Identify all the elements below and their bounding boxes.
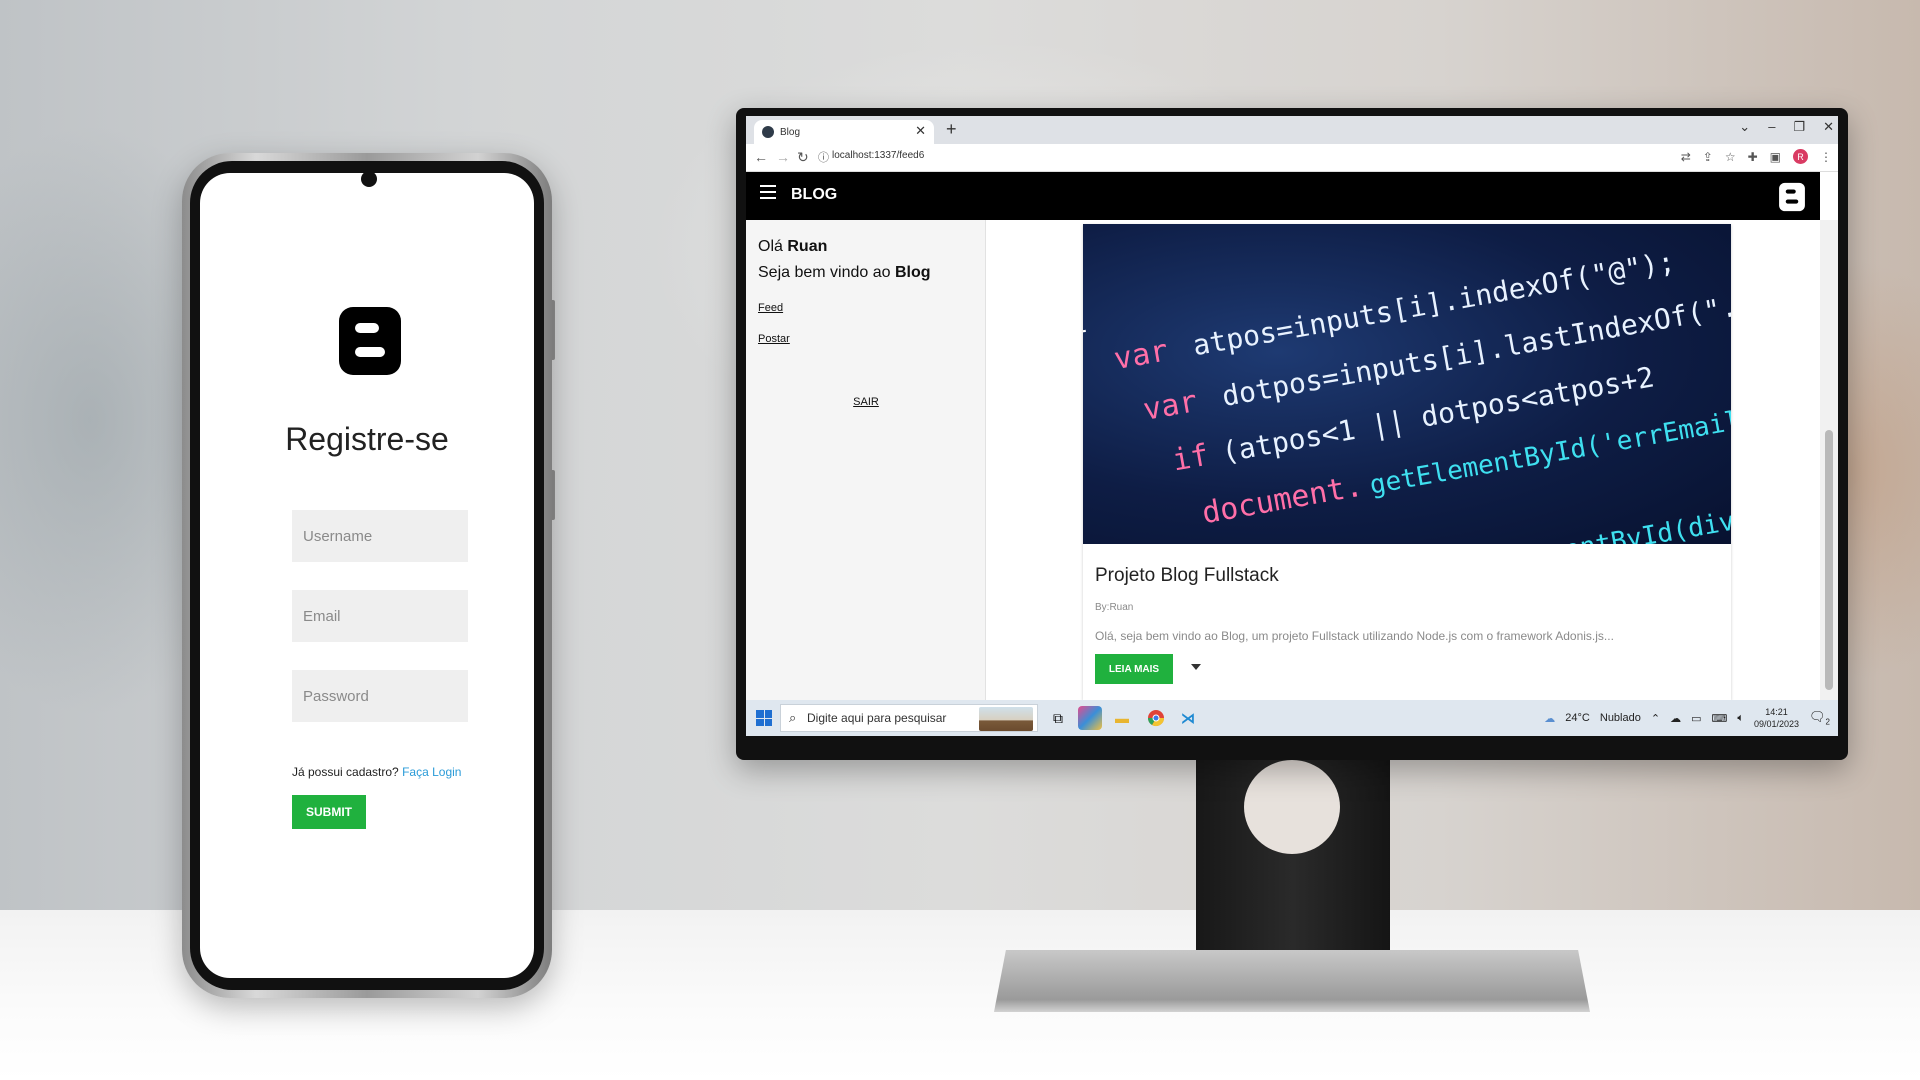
browser-tab-bar: Blog ✕ + ⌄ – ❐ ✕ [746, 116, 1838, 144]
blogger-logo-icon [339, 307, 401, 375]
chrome-icon[interactable] [1144, 706, 1168, 730]
photos-app-icon[interactable] [1078, 706, 1102, 730]
monitor-stand-base [994, 950, 1590, 1012]
extensions-icon[interactable]: ✚ [1748, 150, 1758, 164]
monitor-stand-hole [1244, 760, 1340, 854]
phone-bezel: Registre-se Já possui cadastro? Faça Log… [190, 161, 544, 990]
back-icon[interactable]: ← [754, 149, 768, 165]
weather-cloud-icon: ☁ [1544, 712, 1556, 725]
battery-icon[interactable]: ▭ [1691, 712, 1701, 725]
search-highlight-image [979, 707, 1033, 731]
browser-address-bar: ← → ↻ ⓘ localhost:1337/feed6 ⇄ ⇪ ☆ ✚ ▣ R… [746, 144, 1838, 172]
app-brand: BLOG [791, 186, 838, 203]
system-tray: ☁ 24°C Nublado ⌃ ☁ ▭ ⌨ 🔈︎ 14:21 09/01/20… [1544, 700, 1830, 736]
window-controls: ⌄ – ❐ ✕ [1739, 119, 1834, 135]
tab-favicon-icon [762, 126, 774, 138]
tab-title: Blog [780, 126, 801, 138]
file-explorer-icon[interactable]: ▬ [1110, 706, 1134, 730]
feed-content: { var atpos=inputs[i].indexOf("@"); var … [986, 220, 1820, 700]
tab-close-icon[interactable]: ✕ [915, 123, 926, 139]
chrome-logo-icon [1147, 710, 1165, 727]
taskbar-search[interactable]: ⌕ Digite aqui para pesquisar [780, 704, 1038, 732]
read-more-button[interactable]: LEIA MAIS [1095, 654, 1173, 684]
task-view-icon[interactable]: ⧉ [1046, 706, 1070, 730]
submit-button[interactable]: SUBMIT [292, 795, 366, 829]
code-line-6: else [1229, 536, 1306, 544]
login-link[interactable]: Faça Login [402, 765, 461, 779]
volume-icon[interactable]: 🔈︎ [1737, 712, 1744, 725]
sidebar-item-postar[interactable]: Postar [758, 333, 790, 345]
search-icon: ⌕ [789, 710, 797, 725]
onedrive-icon[interactable]: ☁ [1670, 712, 1681, 725]
smartphone: Registre-se Já possui cadastro? Faça Log… [182, 153, 552, 998]
weather-temp: 24°C [1565, 712, 1590, 724]
translate-icon[interactable]: ⇄ [1681, 150, 1691, 164]
app-header: BLOG [746, 172, 1820, 220]
weather-desc: Nublado [1599, 712, 1641, 724]
site-info-icon[interactable]: ⓘ [818, 149, 829, 165]
menu-kebab-icon[interactable]: ⋮ [1820, 150, 1832, 164]
post-excerpt: Olá, seja bem vindo ao Blog, um projeto … [1095, 629, 1614, 643]
logout-button[interactable]: SAIR [746, 396, 986, 408]
code-line-4-kw: if [1170, 438, 1212, 479]
new-tab-icon[interactable]: + [946, 119, 957, 140]
browser-toolbar-right: ⇄ ⇪ ☆ ✚ ▣ R ⋮ [1681, 149, 1832, 164]
code-line-3-kw: var [1141, 384, 1200, 428]
reload-icon[interactable]: ↻ [797, 149, 809, 166]
post-card: { var atpos=inputs[i].indexOf("@"); var … [1083, 224, 1731, 700]
page-scrollbar[interactable] [1820, 220, 1838, 700]
sidebar: Olá Ruan Seja bem vindo ao Blog Feed Pos… [746, 220, 986, 700]
user-name: Ruan [787, 238, 828, 255]
scroll-thumb[interactable] [1825, 430, 1833, 690]
post-author: By:Ruan [1095, 602, 1134, 613]
taskbar-search-text: Digite aqui para pesquisar [807, 711, 947, 725]
restore-icon[interactable]: ❐ [1793, 119, 1805, 135]
forward-icon[interactable]: → [776, 149, 790, 165]
url-field[interactable]: localhost:1337/feed6 [832, 150, 924, 161]
network-icon[interactable]: ⌨ [1711, 712, 1727, 725]
tab-search-icon[interactable]: ⌄ [1739, 119, 1750, 135]
post-image: { var atpos=inputs[i].indexOf("@"); var … [1083, 224, 1731, 544]
login-prompt-text: Já possui cadastro? [292, 765, 399, 779]
hamburger-menu-icon[interactable] [760, 185, 776, 203]
notifications-icon[interactable]: 🗨︎2 [1809, 709, 1830, 727]
monitor-screen: Blog ✕ + ⌄ – ❐ ✕ ← → ↻ ⓘ localhost:1337/… [746, 116, 1838, 736]
tray-chevron-icon[interactable]: ⌃ [1651, 712, 1660, 725]
windows-start-icon[interactable] [756, 710, 772, 726]
greeting: Olá Ruan [758, 238, 827, 256]
phone-screen: Registre-se Já possui cadastro? Faça Log… [200, 173, 534, 978]
register-title: Registre-se [285, 421, 449, 457]
username-input[interactable] [292, 510, 468, 562]
login-prompt: Já possui cadastro? Faça Login [292, 765, 461, 779]
password-input[interactable] [292, 670, 468, 722]
vscode-icon[interactable]: ⋊ [1176, 706, 1200, 730]
expand-caret-icon[interactable] [1191, 664, 1201, 670]
minimize-icon[interactable]: – [1768, 119, 1775, 135]
code-line-2-kw: var [1111, 333, 1170, 377]
sidebar-item-feed[interactable]: Feed [758, 302, 783, 314]
taskbar-clock[interactable]: 14:21 09/01/2023 [1754, 706, 1799, 730]
welcome-text: Seja bem vindo ao Blog [758, 264, 931, 282]
phone-camera [361, 173, 377, 187]
greeting-prefix: Olá [758, 238, 783, 255]
windows-taskbar: ⌕ Digite aqui para pesquisar ⧉ ▬ ⋊ ☁ 24°… [746, 700, 1838, 736]
monitor: Blog ✕ + ⌄ – ❐ ✕ ← → ↻ ⓘ localhost:1337/… [736, 108, 1848, 760]
bookmark-star-icon[interactable]: ☆ [1725, 150, 1736, 164]
profile-avatar[interactable]: R [1793, 149, 1808, 164]
welcome-strong: Blog [894, 264, 931, 281]
clock-time: 14:21 [1765, 707, 1788, 717]
welcome-prefix: Seja bem vindo ao [758, 264, 891, 281]
notification-count: 2 [1825, 717, 1830, 727]
code-screenshot-image: { var atpos=inputs[i].indexOf("@"); var … [1083, 245, 1731, 544]
email-input[interactable] [292, 590, 468, 642]
blogger-logo-icon [1779, 182, 1805, 212]
post-title: Projeto Blog Fullstack [1095, 565, 1279, 586]
browser-tab-blog[interactable]: Blog ✕ [754, 120, 934, 144]
clock-date: 09/01/2023 [1753, 719, 1800, 729]
side-panel-icon[interactable]: ▣ [1770, 150, 1781, 164]
code-line-1: { [1083, 300, 1090, 338]
code-line-5-obj: document. [1199, 469, 1365, 532]
share-icon[interactable]: ⇪ [1703, 150, 1713, 164]
close-window-icon[interactable]: ✕ [1823, 119, 1834, 135]
